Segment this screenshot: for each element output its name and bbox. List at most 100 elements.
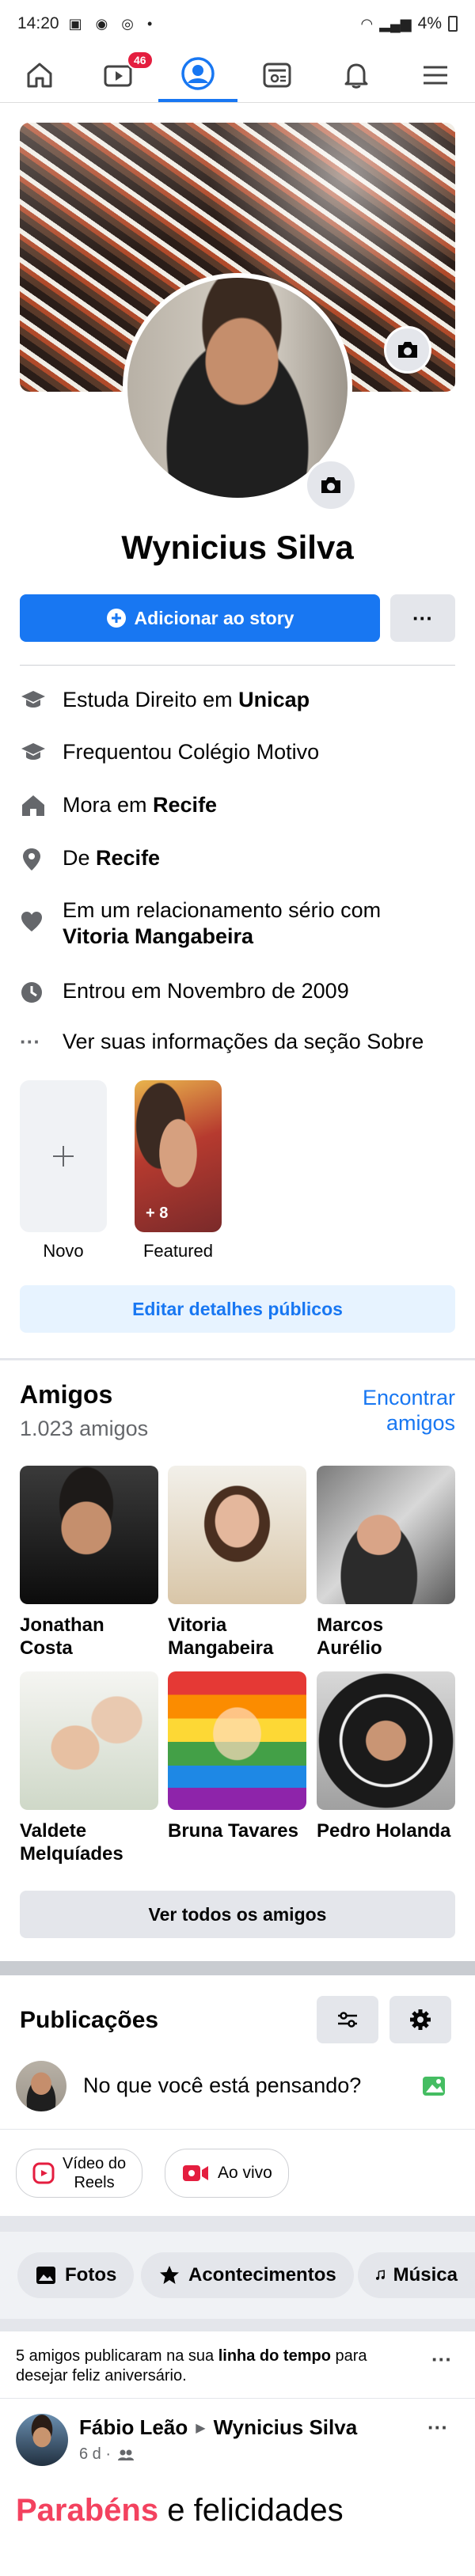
tab-photos[interactable]: Fotos: [17, 2252, 135, 2298]
post-author-name[interactable]: Fábio Leão: [79, 2415, 188, 2440]
friend-card[interactable]: Jonathan Costa: [20, 1466, 158, 1660]
section-separator: [0, 2319, 475, 2331]
composer-avatar[interactable]: [16, 2061, 66, 2111]
location-pin-icon: [20, 845, 63, 872]
new-highlight-label: Novo: [43, 1241, 84, 1261]
post-settings-button[interactable]: [390, 1996, 451, 2043]
camera-icon: [321, 477, 340, 493]
detail-school: Frequentou Colégio Motivo: [20, 739, 463, 765]
friend-card[interactable]: Marcos Aurélio: [317, 1466, 455, 1660]
video-badge: 46: [127, 51, 154, 70]
detail-relationship: Em um relacionamento sério com Vitoria Ma…: [20, 897, 463, 950]
detail-bold[interactable]: Unicap: [238, 688, 310, 711]
find-friends-link[interactable]: Encontrar amigos: [363, 1385, 455, 1436]
reels-label-line1: Vídeo do: [63, 2155, 127, 2172]
friend-photo: [20, 1466, 158, 1604]
cover-camera-button[interactable]: [384, 326, 431, 374]
tab-life-events[interactable]: Acontecimentos: [141, 2252, 354, 2298]
featured-highlight[interactable]: + 8: [135, 1080, 222, 1232]
tab-notifications[interactable]: [317, 47, 396, 102]
detail-bold[interactable]: Vitoria Mangabeira: [63, 924, 381, 950]
reels-video-button[interactable]: Vídeo do Reels: [16, 2149, 143, 2198]
tab-music[interactable]: Música: [358, 2252, 475, 2298]
signal-icon: ▂▄▆: [379, 15, 412, 32]
post-more-button[interactable]: ···: [428, 2415, 448, 2440]
go-live-button[interactable]: Ao vivo: [165, 2149, 289, 2198]
friend-name-line2: Mangabeira: [168, 1637, 274, 1659]
profile-name: Wynicius Silva: [121, 529, 354, 566]
notice-text-line2: desejar feliz aniversário.: [16, 2367, 187, 2384]
tab-photos-label: Fotos: [65, 2264, 117, 2286]
post-meta: 6 d ·: [79, 2445, 135, 2464]
status-notification-icons: ▣ ◉ ◎ •: [68, 15, 158, 32]
see-about-info-link[interactable]: ··· Ver suas informações da seção Sobre: [20, 1029, 463, 1055]
heart-icon: [20, 897, 63, 934]
edit-public-details-button[interactable]: Editar detalhes públicos: [20, 1285, 455, 1333]
friend-card[interactable]: Vitoria Mangabeira: [168, 1466, 306, 1660]
friend-name-line1: Marcos: [317, 1614, 384, 1636]
battery-percent: 4%: [417, 14, 442, 32]
tab-news[interactable]: [238, 47, 317, 102]
post-filters-button[interactable]: [317, 1996, 378, 2043]
post-text-rest: e felicidades: [158, 2493, 344, 2528]
status-time: 14:20: [17, 14, 59, 32]
tab-home[interactable]: [0, 47, 79, 102]
detail-bold[interactable]: Recife: [96, 846, 160, 870]
tab-life-events-label: Acontecimentos: [188, 2264, 336, 2286]
star-icon: [160, 2266, 179, 2284]
composer-divider: [0, 2129, 475, 2130]
notice-text-after: para: [330, 2347, 367, 2365]
post-time[interactable]: 6 d ·: [79, 2445, 111, 2464]
friend-name-line1: Valdete: [20, 1820, 87, 1842]
new-highlight-button[interactable]: [20, 1080, 107, 1232]
friend-photo: [317, 1466, 455, 1604]
post-author-avatar[interactable]: [16, 2414, 68, 2466]
arrow-right-icon: ▶: [196, 2421, 206, 2435]
friend-name-line2: Aurélio: [317, 1637, 382, 1659]
friend-photo: [20, 1671, 158, 1810]
divider: [20, 665, 455, 666]
tab-menu[interactable]: [396, 47, 475, 102]
tab-watch[interactable]: 46: [79, 47, 158, 102]
detail-lives-in: Mora em Recife: [20, 792, 463, 818]
avatar-camera-button[interactable]: [305, 459, 357, 511]
notice-more-button[interactable]: ···: [431, 2347, 452, 2372]
post-text: Parabéns e felicidades: [16, 2493, 344, 2529]
friends-count: 1.023 amigos: [20, 1417, 149, 1440]
friend-card[interactable]: Pedro Holanda: [317, 1671, 455, 1842]
top-navigation: 46: [0, 47, 475, 103]
post-text-highlight: Parabéns: [16, 2493, 159, 2528]
friend-name-line1: Bruna Tavares: [168, 1820, 298, 1842]
friend-card[interactable]: Bruna Tavares: [168, 1671, 306, 1842]
see-all-friends-button[interactable]: Ver todos os amigos: [20, 1891, 455, 1938]
camera-icon: [398, 342, 417, 358]
profile-more-button[interactable]: ···: [390, 594, 455, 642]
friend-name-line1: Vitoria: [168, 1614, 227, 1636]
detail-bold[interactable]: Recife: [153, 793, 217, 817]
featured-highlight-label: Featured: [142, 1241, 214, 1261]
battery-icon: [448, 16, 458, 32]
status-bar: 14:20 ▣ ◉ ◎ • ◠ ▂▄▆ 4%: [0, 0, 475, 47]
add-to-story-button[interactable]: Adicionar ao story: [20, 594, 380, 642]
detail-education: Estuda Direito em Unicap: [20, 687, 463, 713]
friend-card[interactable]: Valdete Melquíades: [20, 1671, 158, 1865]
friend-photo: [317, 1671, 455, 1810]
friend-name-line2: Melquíades: [20, 1843, 124, 1865]
reels-icon: [32, 2162, 55, 2184]
live-label: Ao vivo: [218, 2164, 272, 2182]
detail-from: De Recife: [20, 845, 463, 872]
tab-profile[interactable]: [158, 47, 238, 102]
post-target-name[interactable]: Wynicius Silva: [214, 2415, 358, 2440]
composer-input[interactable]: No que você está pensando?: [83, 2073, 361, 2098]
add-to-story-label: Adicionar ao story: [134, 607, 294, 628]
composer-photo-icon[interactable]: [421, 2073, 448, 2103]
profile-icon: [181, 56, 215, 90]
featured-count: + 8: [146, 1205, 169, 1222]
find-friends-line1: Encontrar: [362, 1386, 455, 1409]
detail-text: Em um relacionamento sério com: [63, 898, 382, 922]
find-friends-line2: amigos: [386, 1411, 455, 1435]
plus-icon: [53, 1146, 74, 1167]
detail-joined: Entrou em Novembro de 2009: [20, 978, 463, 1005]
birthday-notice: 5 amigos publicaram na sua linha do temp…: [16, 2346, 412, 2386]
bell-icon: [344, 63, 368, 89]
